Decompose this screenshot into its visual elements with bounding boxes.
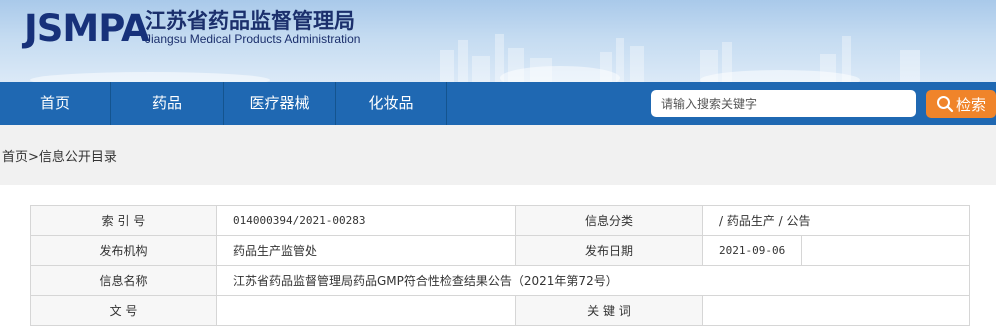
header-banner: JSMPA 江苏省药品监督管理局 Jiangsu Medical Product… <box>0 0 996 82</box>
nav-item-home[interactable]: 首页 <box>0 82 110 125</box>
nav-item-drugs[interactable]: 药品 <box>111 82 223 125</box>
search-icon <box>936 96 954 113</box>
breadcrumb-separator: > <box>28 150 39 165</box>
search-button-label: 检索 <box>955 95 986 114</box>
empty-cell <box>801 235 970 266</box>
breadcrumb-bar <box>0 125 996 185</box>
publish-date-label: 发布日期 <box>515 235 703 266</box>
index-number-value: 014000394/2021-00283 <box>216 205 516 236</box>
keywords-label: 关 键 词 <box>515 295 703 326</box>
breadcrumb-home-link[interactable]: 首页 <box>2 150 28 165</box>
nav-divider <box>446 82 447 125</box>
breadcrumb: 首页>信息公开目录 <box>2 146 117 165</box>
table-row: 索 引 号 014000394/2021-00283 信息分类 / 药品生产 /… <box>30 205 970 236</box>
table-row: 发布机构 药品生产监管处 发布日期 2021-09-06 <box>30 235 970 266</box>
logo-abbreviation[interactable]: JSMPA <box>24 8 150 50</box>
title-label: 信息名称 <box>30 265 217 296</box>
document-number-label: 文 号 <box>30 295 217 326</box>
search-input[interactable] <box>651 90 916 117</box>
category-value: / 药品生产 / 公告 <box>702 205 970 236</box>
breadcrumb-current-link[interactable]: 信息公开目录 <box>39 150 117 165</box>
table-row: 信息名称 江苏省药品监督管理局药品GMP符合性检查结果公告（2021年第72号） <box>30 265 970 296</box>
nav-item-cosmetics[interactable]: 化妆品 <box>336 82 446 125</box>
document-number-value <box>216 295 516 326</box>
category-label: 信息分类 <box>515 205 703 236</box>
logo-english-name: Jiangsu Medical Products Administration <box>145 32 361 46</box>
publish-date-value: 2021-09-06 <box>702 235 802 266</box>
index-number-label: 索 引 号 <box>30 205 217 236</box>
search-button[interactable]: 检索 <box>926 90 996 118</box>
nav-item-medical-devices[interactable]: 医疗器械 <box>224 82 335 125</box>
publisher-label: 发布机构 <box>30 235 217 266</box>
keywords-value <box>702 295 970 326</box>
logo-chinese-name[interactable]: 江苏省药品监督管理局 <box>145 8 355 34</box>
publisher-value: 药品生产监管处 <box>216 235 516 266</box>
title-value: 江苏省药品监督管理局药品GMP符合性检查结果公告（2021年第72号） <box>216 265 970 296</box>
info-metadata-table: 索 引 号 014000394/2021-00283 信息分类 / 药品生产 /… <box>30 205 970 326</box>
table-row: 文 号 关 键 词 <box>30 295 970 326</box>
